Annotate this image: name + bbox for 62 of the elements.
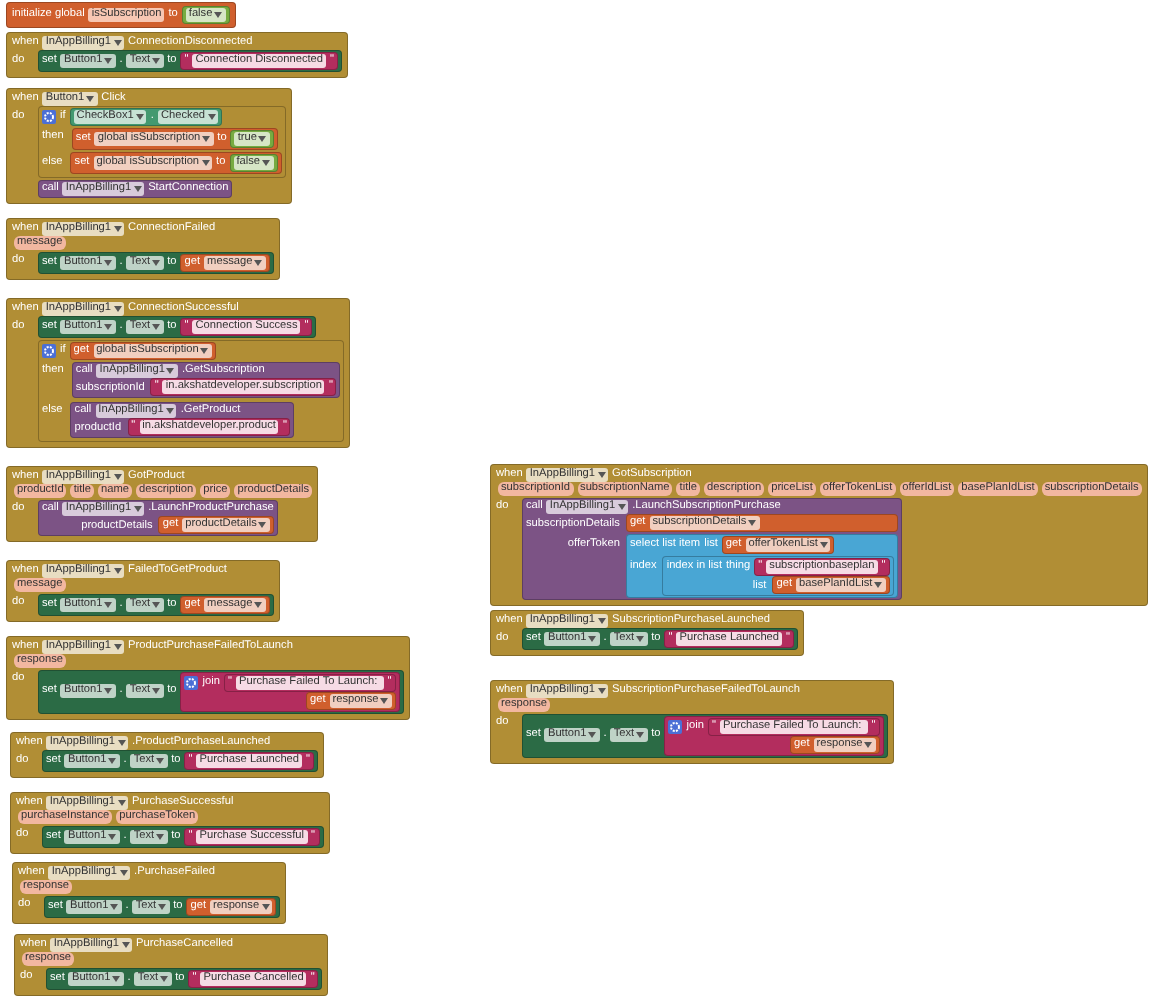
- caret-icon: [588, 732, 597, 739]
- caret-icon: [135, 114, 144, 120]
- caret-icon: [86, 95, 95, 101]
- caret-icon: [108, 833, 117, 839]
- caret-icon: [254, 601, 263, 607]
- caret-icon: [110, 903, 119, 909]
- caret-icon: [748, 520, 757, 526]
- caret-icon: [156, 833, 165, 839]
- caret-icon: [113, 473, 122, 479]
- caret-icon: [112, 975, 121, 981]
- caret-icon: [104, 259, 113, 265]
- caret-icon: [152, 259, 161, 265]
- caret-icon: [380, 698, 389, 704]
- caret-icon: [597, 617, 606, 623]
- caret-icon: [113, 643, 122, 649]
- caret-icon: [207, 114, 216, 120]
- caret-icon: [152, 601, 161, 607]
- caret-icon: [104, 688, 113, 695]
- caret-icon: [166, 367, 175, 373]
- caret-icon: [201, 160, 210, 166]
- gear-icon[interactable]: [668, 719, 683, 733]
- gear-icon[interactable]: [42, 344, 56, 358]
- caret-icon: [597, 687, 606, 693]
- caret-icon: [636, 636, 645, 642]
- caret-icon: [254, 259, 263, 265]
- caret-icon: [258, 135, 267, 141]
- caret-icon: [133, 186, 142, 192]
- gear-icon[interactable]: [42, 110, 56, 124]
- caret-icon: [117, 739, 126, 745]
- caret-icon: [202, 135, 211, 141]
- caret-icon: [588, 636, 597, 642]
- caret-icon: [158, 903, 167, 909]
- caret-icon: [636, 732, 645, 739]
- caret-icon: [119, 869, 128, 875]
- caret-icon: [104, 58, 113, 64]
- caret-icon: [262, 160, 271, 166]
- caret-icon: [113, 567, 122, 573]
- caret-icon: [258, 522, 267, 528]
- caret-icon: [156, 758, 165, 764]
- caret-icon: [108, 758, 117, 764]
- caret-icon: [113, 39, 122, 45]
- caret-icon: [200, 348, 209, 354]
- caret-icon: [597, 471, 606, 477]
- caret-icon: [104, 324, 113, 330]
- caret-icon: [617, 503, 626, 509]
- caret-icon: [152, 58, 161, 64]
- caret-icon: [117, 799, 126, 805]
- caret-icon: [160, 975, 169, 981]
- caret-icon: [165, 407, 174, 413]
- caret-icon: [113, 225, 122, 231]
- caret-icon: [819, 542, 828, 548]
- caret-icon: [113, 305, 122, 311]
- caret-icon: [874, 582, 883, 588]
- caret-icon: [152, 324, 161, 330]
- caret-icon: [104, 601, 113, 607]
- gear-icon[interactable]: [184, 675, 199, 689]
- caret-icon: [152, 688, 161, 695]
- caret-icon: [261, 903, 270, 909]
- caret-icon: [864, 742, 873, 748]
- caret-icon: [214, 11, 223, 17]
- caret-icon: [121, 941, 130, 947]
- caret-icon: [133, 505, 142, 511]
